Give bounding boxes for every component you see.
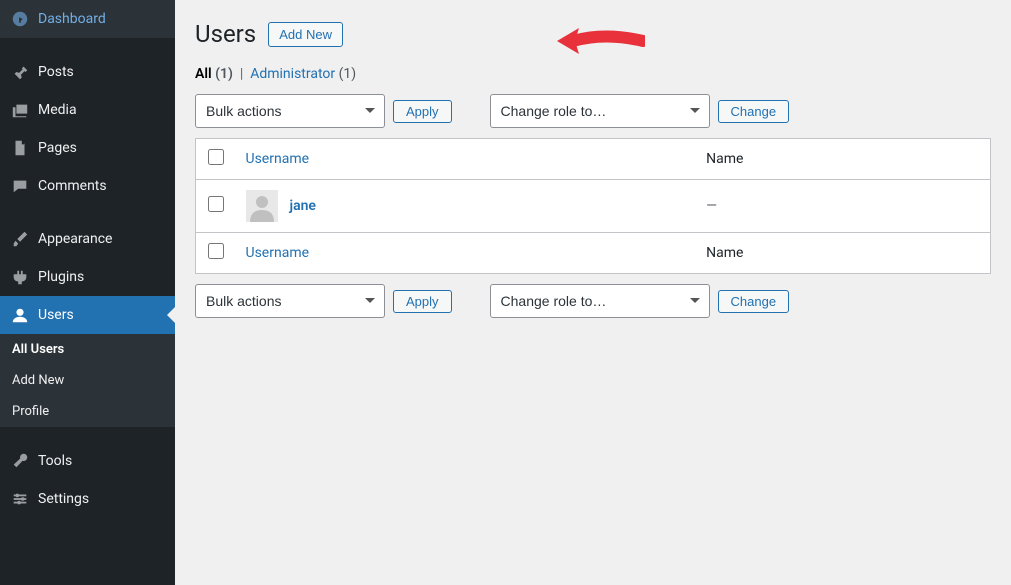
bulk-actions-select-bottom[interactable]: Bulk actions xyxy=(195,284,385,318)
sidebar-label: Dashboard xyxy=(38,11,106,27)
media-icon xyxy=(10,100,30,120)
change-role-select[interactable]: Change role to… xyxy=(490,94,710,128)
sidebar-label: Pages xyxy=(38,140,77,156)
sidebar-label: Appearance xyxy=(38,231,112,247)
sidebar-label: Settings xyxy=(38,491,89,507)
wrench-icon xyxy=(10,451,30,471)
comment-icon xyxy=(10,176,30,196)
change-button[interactable]: Change xyxy=(718,100,790,123)
sidebar-item-posts[interactable]: Posts xyxy=(0,53,175,91)
table-row: jane — xyxy=(196,180,991,233)
change-role-select-bottom[interactable]: Change role to… xyxy=(490,284,710,318)
submenu-all-users[interactable]: All Users xyxy=(0,334,175,365)
annotation-arrow xyxy=(555,24,645,62)
sidebar-label: Posts xyxy=(38,64,74,80)
sidebar-label: Users xyxy=(38,307,74,323)
avatar xyxy=(246,190,278,222)
filter-all[interactable]: All (1) xyxy=(195,66,233,82)
dashboard-icon xyxy=(10,9,30,29)
col-username: Username xyxy=(236,139,697,180)
page-title: Users xyxy=(195,20,256,48)
plugin-icon xyxy=(10,267,30,287)
name-cell: — xyxy=(696,180,990,233)
sidebar-item-pages[interactable]: Pages xyxy=(0,129,175,167)
sidebar-item-appearance[interactable]: Appearance xyxy=(0,220,175,258)
sidebar-label: Media xyxy=(38,102,77,118)
admin-sidebar: Dashboard Posts Media Pages Comments App… xyxy=(0,0,175,585)
select-all-checkbox[interactable] xyxy=(208,149,224,165)
filter-administrator[interactable]: Administrator (1) xyxy=(250,66,356,82)
col-name: Name xyxy=(696,139,990,180)
username-link[interactable]: jane xyxy=(290,198,316,214)
sidebar-label: Tools xyxy=(38,453,72,469)
sidebar-item-plugins[interactable]: Plugins xyxy=(0,258,175,296)
pin-icon xyxy=(10,62,30,82)
users-icon xyxy=(10,305,30,325)
bulk-actions-select[interactable]: Bulk actions xyxy=(195,94,385,128)
sidebar-item-comments[interactable]: Comments xyxy=(0,167,175,205)
apply-button-bottom[interactable]: Apply xyxy=(393,290,452,313)
users-table: Username Name jane — xyxy=(195,138,991,274)
sidebar-item-users[interactable]: Users xyxy=(0,296,175,334)
sidebar-item-tools[interactable]: Tools xyxy=(0,442,175,480)
tablenav-top: Bulk actions Apply Change role to… Chang… xyxy=(195,94,991,128)
sidebar-label: Comments xyxy=(38,178,107,194)
change-button-bottom[interactable]: Change xyxy=(718,290,790,313)
select-all-checkbox-bottom[interactable] xyxy=(208,243,224,259)
page-icon xyxy=(10,138,30,158)
row-checkbox[interactable] xyxy=(208,196,224,212)
tablenav-bottom: Bulk actions Apply Change role to… Chang… xyxy=(195,284,991,318)
main-content: Users Add New All (1) | Administrator (1… xyxy=(175,0,1011,585)
users-submenu: All Users Add New Profile xyxy=(0,334,175,427)
view-filters: All (1) | Administrator (1) xyxy=(195,66,991,82)
submenu-profile[interactable]: Profile xyxy=(0,396,175,427)
apply-button[interactable]: Apply xyxy=(393,100,452,123)
sidebar-item-settings[interactable]: Settings xyxy=(0,480,175,518)
sidebar-item-dashboard[interactable]: Dashboard xyxy=(0,0,175,38)
brush-icon xyxy=(10,229,30,249)
sidebar-item-media[interactable]: Media xyxy=(0,91,175,129)
add-new-button[interactable]: Add New xyxy=(268,22,343,47)
sidebar-label: Plugins xyxy=(38,269,84,285)
settings-icon xyxy=(10,489,30,509)
submenu-add-new[interactable]: Add New xyxy=(0,365,175,396)
